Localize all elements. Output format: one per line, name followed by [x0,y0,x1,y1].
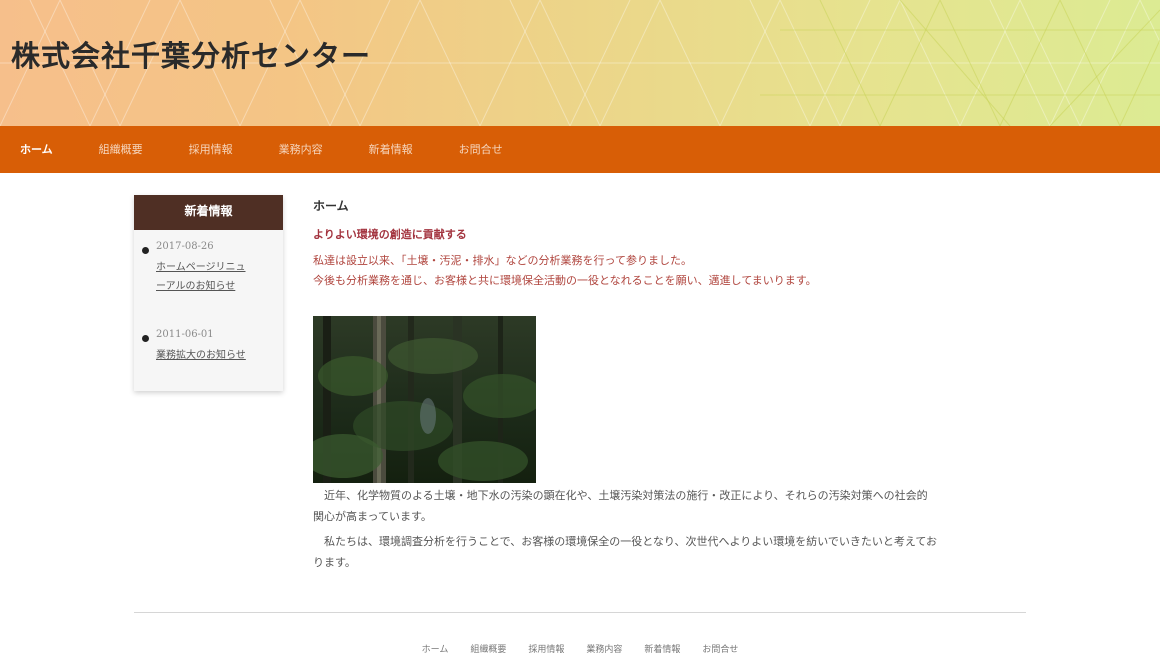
footer-link-recruit[interactable]: 採用情報 [528,642,564,655]
footer-link-about[interactable]: 組織概要 [470,642,506,655]
news-link[interactable]: ホームページリニューアルのお知らせ [156,258,251,296]
news-date: 2017-08-26 [156,241,214,252]
footer-nav: ホーム 組織概要 採用情報 業務内容 新着情報 お問合せ [0,642,1160,655]
news-link[interactable]: 業務拡大のお知らせ [156,346,251,365]
nav-item-services[interactable]: 業務内容 [256,126,346,173]
news-item: 2011-06-01 業務拡大のお知らせ [134,329,283,389]
footer-link-services[interactable]: 業務内容 [586,642,622,655]
footer-link-contact[interactable]: お問合せ [702,642,738,655]
bullet-icon [142,335,149,342]
lead-heading: よりよい環境の創造に貢献する [313,228,467,241]
intro-text-line1: 私達は設立以来、「土壌・汚泥・排水」などの分析業務を行って参りました。 [313,254,692,267]
main-nav: ホーム 組織概要 採用情報 業務内容 新着情報 お問合せ [0,126,1160,173]
page-heading: ホーム [313,199,349,213]
nav-item-news[interactable]: 新着情報 [346,126,436,173]
forest-photo [313,316,536,483]
nav-item-contact[interactable]: お問合せ [436,126,526,173]
sidebar-title: 新着情報 [134,195,283,230]
news-date: 2011-06-01 [156,329,214,340]
footer-link-home[interactable]: ホーム [422,642,449,655]
site-title[interactable]: 株式会社千葉分析センター [11,33,371,75]
intro-text-line2: 今後も分析業務を通じ、お客様と共に環境保全活動の一役となれることを願い、邁進して… [313,274,817,287]
news-sidebar: 新着情報 2017-08-26 ホームページリニューアルのお知らせ 2011-0… [134,195,283,391]
body-paragraph: 私たちは、環境調査分析を行うことで、お客様の環境保全の一役となり、次世代へよりよ… [313,535,938,569]
footer-link-news[interactable]: 新着情報 [644,642,680,655]
footer-divider [134,612,1026,613]
bullet-icon [142,247,149,254]
nav-item-about[interactable]: 組織概要 [76,126,166,173]
news-item: 2017-08-26 ホームページリニューアルのお知らせ [134,241,283,321]
nav-item-recruit[interactable]: 採用情報 [166,126,256,173]
site-header: 株式会社千葉分析センター [0,0,1160,126]
nav-item-home[interactable]: ホーム [0,126,76,173]
body-paragraph: 近年、化学物質のよる土壌・地下水の汚染の顕在化や、土壌汚染対策法の施行・改正によ… [313,489,928,523]
